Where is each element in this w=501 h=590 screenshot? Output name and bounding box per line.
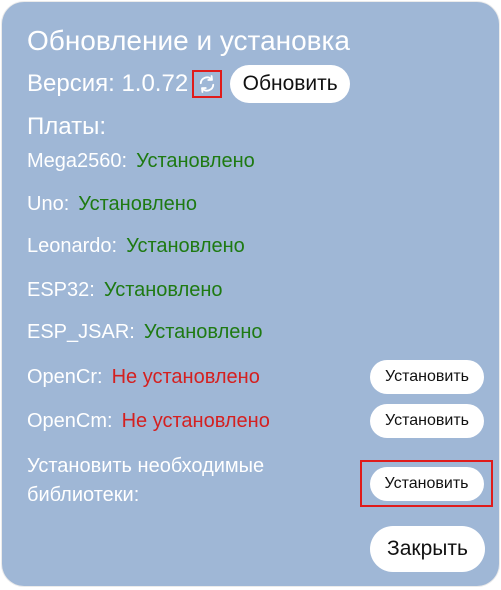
board-status: Установлено	[78, 192, 197, 215]
board-name: ESP32:	[27, 278, 95, 301]
dialog-title: Обновление и установка	[27, 25, 350, 56]
board-name: Uno:	[27, 192, 70, 215]
refresh-icon	[200, 75, 215, 93]
board-row-esp-jsar: ESP_JSAR: Установлено	[27, 317, 263, 347]
board-row-leonardo: Leonardo: Установлено	[27, 231, 245, 261]
board-status: Установлено	[143, 320, 263, 343]
board-row-mega2560: Mega2560: Установлено	[27, 146, 255, 176]
libraries-label: Установить необходимые библиотеки:	[27, 455, 265, 506]
refresh-button[interactable]	[192, 70, 223, 98]
board-row-uno: Uno: Установлено	[27, 189, 197, 219]
version-row: Версия: 1.0.72 Обновить	[27, 64, 351, 104]
board-row-opencr: OpenCr: Не установлено	[27, 362, 260, 392]
version-label: Версия: 1.0.72	[27, 70, 189, 97]
board-status: Установлено	[103, 278, 223, 301]
libraries-install-highlight: Установить	[360, 460, 493, 507]
board-name: Mega2560:	[27, 149, 128, 172]
install-libraries-button[interactable]: Установить	[369, 466, 484, 501]
board-name: OpenCm:	[27, 409, 113, 432]
install-opencr-button[interactable]: Установить	[370, 360, 484, 394]
update-button[interactable]: Обновить	[230, 65, 351, 103]
update-install-dialog: Обновление и установка Версия: 1.0.72 Об…	[2, 2, 499, 586]
board-status: Установлено	[126, 234, 245, 257]
board-name: Leonardo:	[27, 234, 118, 257]
board-status: Не установлено	[121, 409, 270, 432]
board-row-opencm: OpenCm: Не установлено	[27, 406, 270, 436]
close-button[interactable]: Закрыть	[370, 526, 485, 572]
board-row-esp32: ESP32: Установлено	[27, 275, 223, 305]
boards-title: Платы:	[27, 113, 106, 140]
board-name: ESP_JSAR:	[27, 320, 135, 343]
board-name: OpenCr:	[27, 365, 103, 388]
board-status: Установлено	[136, 149, 255, 172]
install-opencm-button[interactable]: Установить	[370, 404, 484, 438]
board-status: Не установлено	[111, 365, 260, 388]
